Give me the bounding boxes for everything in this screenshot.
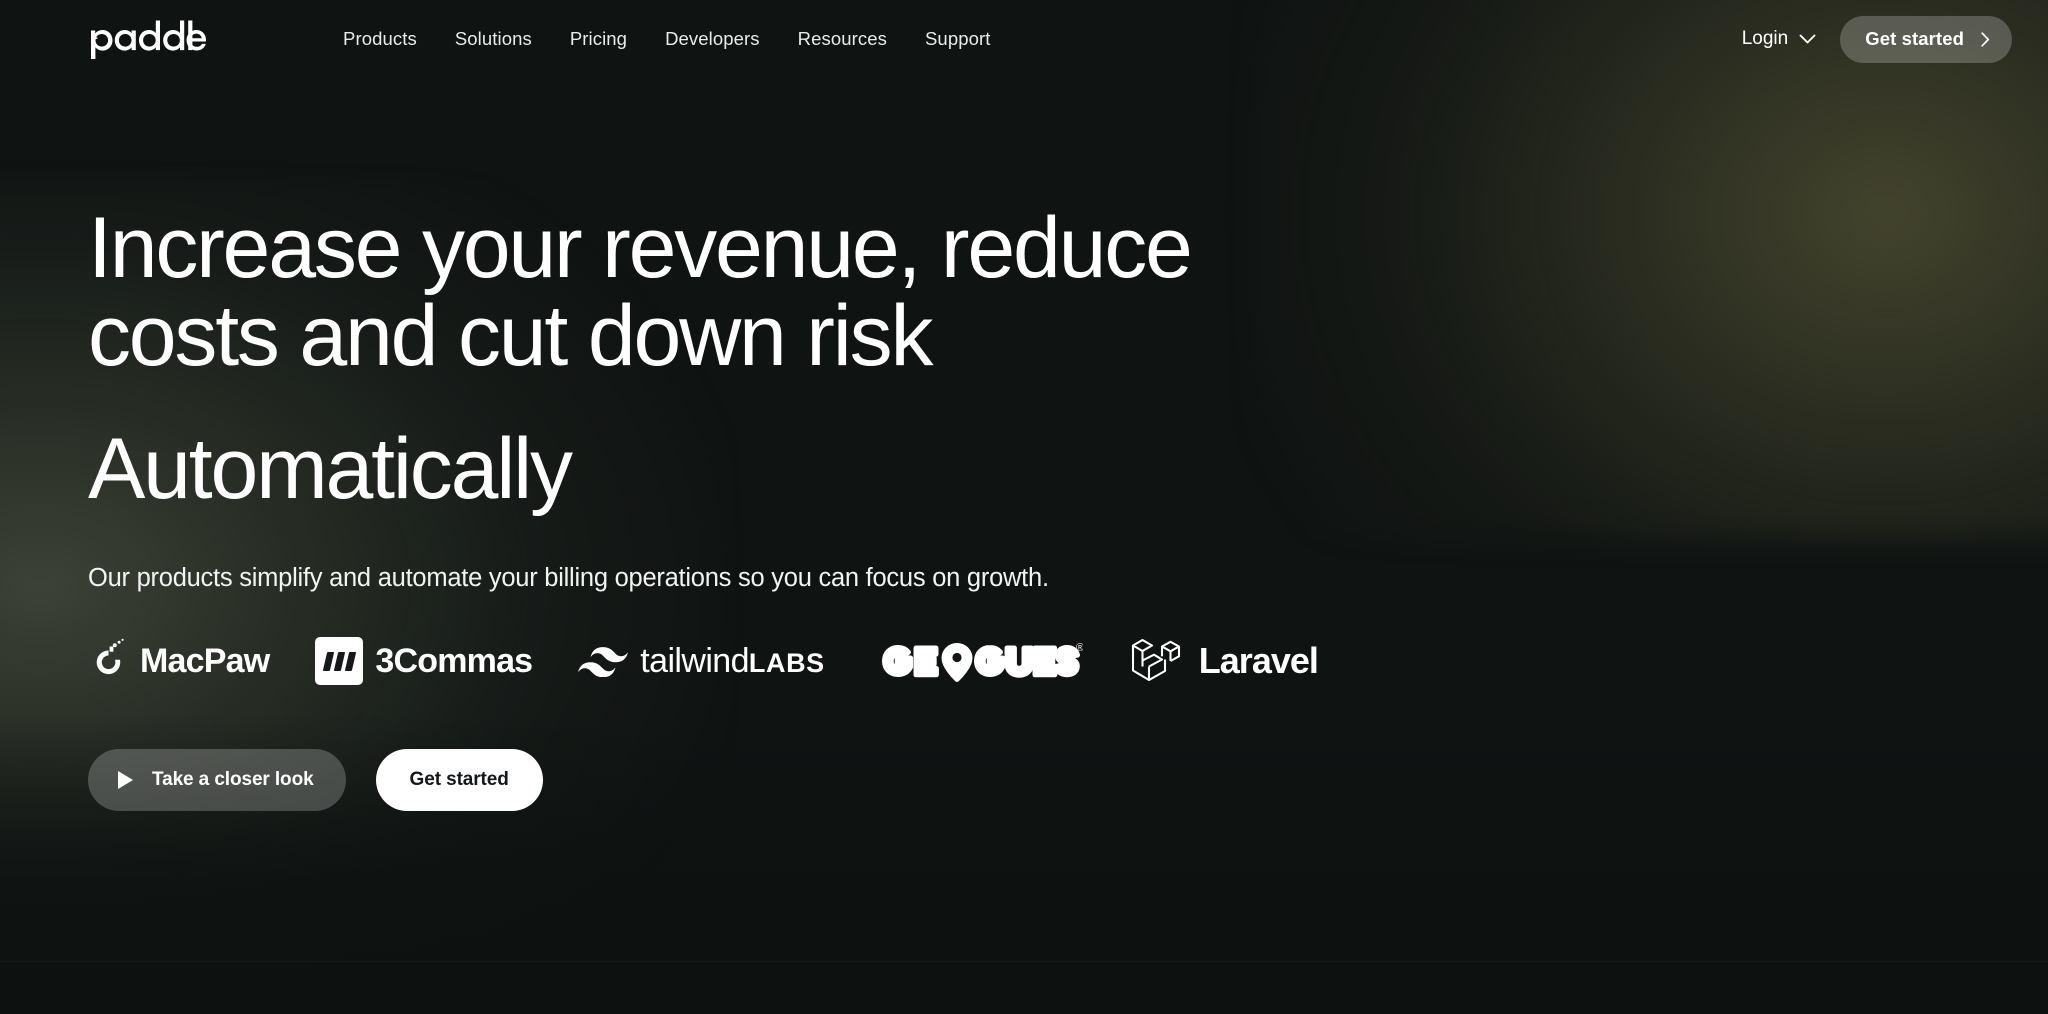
- logo-tailwind-labs-suffix: LABS: [748, 647, 825, 678]
- section-divider: [0, 961, 2048, 962]
- nav-item-resources[interactable]: Resources: [794, 22, 891, 56]
- hero-headline-line-1: Increase your revenue, reduce: [88, 200, 1193, 296]
- laravel-icon: [1131, 639, 1180, 682]
- nav-item-solutions[interactable]: Solutions: [451, 22, 536, 56]
- chevron-right-icon: [1981, 31, 1990, 47]
- 3commas-bar: [344, 651, 357, 671]
- hero-subtitle: Our products simplify and automate your …: [88, 564, 1049, 593]
- macpaw-icon: [96, 638, 124, 675]
- hero-headline-line-2: costs and cut down risk: [88, 287, 933, 384]
- logo-macpaw-label: MacPaw: [140, 641, 270, 680]
- paddle-logo[interactable]: [88, 17, 206, 61]
- nav-item-pricing[interactable]: Pricing: [566, 22, 631, 56]
- 3commas-icon: [315, 637, 364, 686]
- nav-item-products[interactable]: Products: [339, 22, 421, 56]
- nav-item-developers[interactable]: Developers: [661, 22, 764, 56]
- header-actions: Login Get started: [1740, 15, 2012, 63]
- logo-geoguessr: ®: [871, 633, 1083, 689]
- play-icon: [118, 771, 133, 790]
- logo-tailwind-labs: tailwindLABS: [578, 633, 825, 689]
- hero-get-started-button[interactable]: Get started: [375, 749, 543, 812]
- login-label: Login: [1741, 28, 1789, 49]
- logo-tailwind-label: tailwindLABS: [640, 642, 825, 681]
- svg-text:®: ®: [1076, 642, 1083, 654]
- header-get-started-label: Get started: [1865, 28, 1964, 49]
- 3commas-bar: [333, 651, 346, 671]
- hero-headline-accent: Automatically: [88, 421, 573, 518]
- take-a-closer-look-label: Take a closer look: [152, 769, 314, 791]
- tailwind-icon: [578, 647, 629, 678]
- chevron-down-icon: [1799, 34, 1816, 43]
- hero-headline: Increase your revenue, reduce costs and …: [88, 204, 1508, 384]
- hero-cta-row: Take a closer look Get started: [88, 749, 1960, 812]
- logo-laravel: Laravel: [1129, 633, 1319, 689]
- logo-3commas: 3Commas: [315, 633, 533, 689]
- logo-3commas-label: 3Commas: [375, 641, 533, 680]
- login-menu[interactable]: Login: [1740, 22, 1819, 56]
- customer-logo-strip: MacPaw 3Commas tailwindLABS ® Laravel: [88, 633, 1960, 689]
- header-get-started-button[interactable]: Get started: [1840, 15, 2012, 63]
- hero-section: Increase your revenue, reduce costs and …: [0, 204, 2048, 812]
- geoguessr-wordmark: ®: [881, 642, 1083, 683]
- main-navigation: Products Solutions Pricing Developers Re…: [339, 22, 994, 56]
- hero-get-started-label: Get started: [409, 769, 509, 791]
- take-a-closer-look-button[interactable]: Take a closer look: [88, 749, 346, 812]
- nav-item-support[interactable]: Support: [921, 22, 995, 56]
- logo-laravel-label: Laravel: [1198, 640, 1319, 682]
- paddle-star-logo: [91, 20, 206, 59]
- site-header: Products Solutions Pricing Developers Re…: [0, 0, 2048, 78]
- logo-macpaw: MacPaw: [88, 633, 270, 689]
- logo-tailwind-name: tailwind: [640, 641, 749, 680]
- 3commas-bar: [322, 651, 335, 671]
